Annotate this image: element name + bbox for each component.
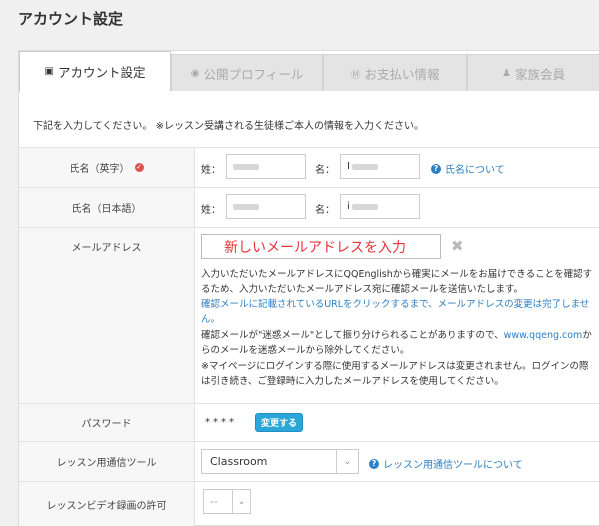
tab-payment-info[interactable]: Ⓜ お支払い情報 — [323, 54, 467, 91]
question-icon: ? — [369, 458, 379, 469]
clear-email-icon[interactable]: ✖ — [451, 237, 464, 255]
email-row: メールアドレス 新しいメールアドレスを入力 ✖ 入力いただいたメールアドレスにQ… — [19, 227, 599, 403]
name-english-row: 氏名（英字） ✓ 姓： 名： I ? 氏名について — [19, 147, 599, 187]
verified-check-icon: ✓ — [134, 163, 144, 172]
new-email-input[interactable]: 新しいメールアドレスを入力 — [201, 234, 441, 259]
first-name-ja-value: i — [347, 201, 350, 212]
name-english-label: 氏名（英字） ✓ — [19, 148, 195, 187]
tab-label: 公開プロフィール — [203, 66, 304, 82]
coin-icon: Ⓜ — [350, 69, 361, 81]
email-note-url: 確認メールに記載されているURLをクリックするまで、メールアドレスの変更は完了し… — [201, 299, 590, 325]
redacted-text — [351, 163, 378, 170]
name-japanese-label: 氏名（日本語） — [19, 188, 195, 227]
redacted-text — [233, 203, 259, 210]
lesson-tool-help-link[interactable]: ? レッスン用通信ツールについて — [369, 456, 523, 471]
password-label: パスワード — [19, 404, 195, 441]
lesson-tool-label: レッスン用通信ツール — [19, 442, 195, 481]
change-password-button[interactable]: 変更する — [255, 413, 303, 432]
name-help-link[interactable]: ? 氏名について — [431, 161, 505, 176]
video-recording-row: レッスンビデオ録画の許可 -- ⌄ — [19, 481, 599, 526]
chevron-down-icon: ⌄ — [336, 450, 358, 473]
password-row: パスワード **** 変更する — [19, 403, 599, 441]
tab-label: アカウント設定 — [57, 65, 146, 80]
email-note-spam-a: 確認メールが"迷惑メール"として振り分けられることがありますので、 — [201, 330, 504, 341]
video-recording-select[interactable]: -- ⌄ — [203, 489, 251, 514]
new-email-placeholder: 新しいメールアドレスを入力 — [224, 239, 406, 256]
tab-label: 家族会員 — [514, 66, 565, 82]
first-name-en-value: I — [347, 161, 350, 172]
name-english-label-text: 氏名（英字） — [69, 164, 130, 175]
account-settings-panel: ▣ アカウント設定 ◉ 公開プロフィール Ⓜ お支払い情報 ♟ 家族会員 下記を… — [18, 50, 599, 526]
intro-text: 下記を入力してください。 ※レッスン受講される生徒様ご本人の情報を入力ください。 — [33, 121, 424, 132]
tab-label: お支払い情報 — [364, 66, 440, 82]
video-recording-value: -- — [210, 495, 218, 508]
lesson-tool-help-text: レッスン用通信ツールについて — [383, 460, 523, 471]
last-name-label: 姓： — [201, 165, 221, 176]
tab-public-profile[interactable]: ◉ 公開プロフィール — [171, 54, 323, 91]
email-note-confirmation: 入力いただいたメールアドレスにQQEnglishから確実にメールをお届けできるこ… — [201, 269, 593, 295]
email-note-login: ※マイページにログインする際に使用するメールアドレスは変更されません。ログインの… — [201, 361, 589, 387]
first-name-label: 名： — [315, 205, 335, 216]
email-label: メールアドレス — [19, 228, 195, 403]
last-name-ja-input[interactable] — [226, 194, 306, 219]
email-note-spam: 確認メールが"迷惑メール"として振り分けられることがありますので、www.qqe… — [201, 329, 593, 358]
tab-account-settings[interactable]: ▣ アカウント設定 — [19, 51, 171, 92]
question-icon: ? — [431, 163, 441, 174]
name-help-text: 氏名について — [445, 165, 505, 176]
redacted-text — [233, 163, 259, 170]
page-title: アカウント設定 — [18, 10, 124, 28]
first-name-en-input[interactable]: I — [340, 154, 420, 179]
last-name-label: 姓： — [201, 205, 221, 216]
redacted-text — [351, 203, 378, 210]
id-card-icon: ▣ — [44, 66, 54, 77]
last-name-en-input[interactable] — [226, 154, 306, 179]
password-masked: **** — [205, 417, 237, 428]
name-japanese-row: 氏名（日本語） 姓： 名： i — [19, 187, 599, 227]
users-icon: ♟ — [502, 67, 511, 79]
lesson-tool-row: レッスン用通信ツール Classroom ⌄ ? レッスン用通信ツールについて — [19, 441, 599, 481]
video-recording-label: レッスンビデオ録画の許可 — [19, 482, 195, 526]
tab-family-members[interactable]: ♟ 家族会員 — [467, 54, 599, 91]
first-name-label: 名： — [315, 165, 335, 176]
first-name-ja-input[interactable]: i — [340, 194, 420, 219]
qqeng-link[interactable]: www.qqeng.com — [504, 330, 583, 341]
tab-bar: ▣ アカウント設定 ◉ 公開プロフィール Ⓜ お支払い情報 ♟ 家族会員 — [19, 51, 599, 92]
lesson-tool-select[interactable]: Classroom ⌄ — [201, 449, 359, 474]
globe-icon: ◉ — [190, 67, 200, 79]
lesson-tool-value: Classroom — [210, 455, 268, 468]
chevron-down-icon: ⌄ — [232, 490, 250, 513]
